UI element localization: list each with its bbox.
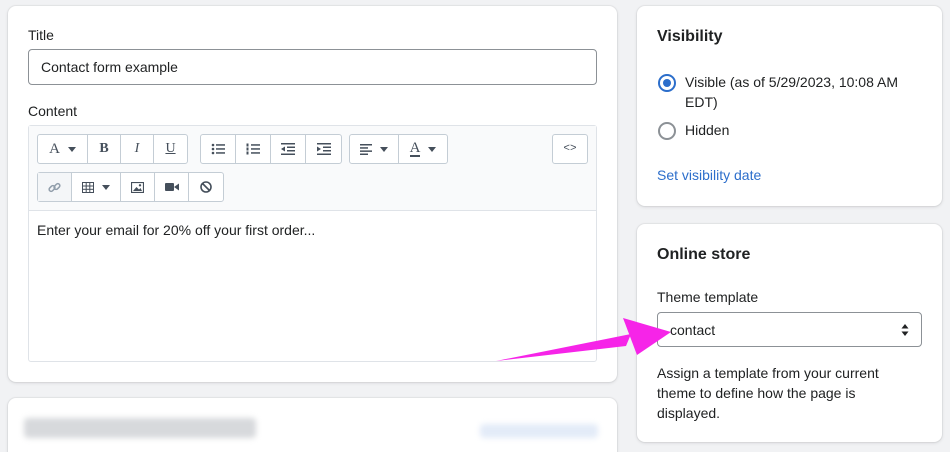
table-button[interactable] [72, 173, 121, 201]
outdent-button[interactable] [271, 135, 306, 163]
title-input[interactable]: Contact form example [28, 49, 597, 85]
theme-template-value: contact [670, 321, 716, 338]
italic-button[interactable]: I [121, 135, 154, 163]
text-style-icon: A [49, 140, 60, 157]
select-arrows-icon [901, 324, 909, 336]
chevron-down-icon [102, 184, 110, 190]
numbered-list-icon [246, 143, 260, 155]
insert-video-button[interactable] [155, 173, 189, 201]
image-icon [131, 181, 144, 193]
italic-icon: I [134, 141, 140, 156]
insert-image-button[interactable] [121, 173, 155, 201]
chevron-down-icon [428, 146, 437, 152]
video-icon [164, 183, 179, 191]
page-content-card: Title Contact form example Content A B I… [8, 6, 617, 382]
table-icon [82, 181, 94, 193]
text-color-button[interactable]: A [399, 135, 447, 163]
align-button[interactable] [350, 135, 399, 163]
theme-template-select[interactable]: contact [657, 312, 922, 347]
bullet-list-icon [211, 143, 225, 155]
visible-radio[interactable] [658, 74, 676, 92]
html-group: <> [552, 134, 588, 164]
hidden-radio-label[interactable]: Hidden [685, 120, 729, 140]
blurred-placeholder [24, 418, 256, 438]
title-input-value: Contact form example [41, 59, 178, 75]
link-button[interactable] [38, 173, 72, 201]
clear-formatting-icon [200, 181, 212, 193]
set-visibility-date-link[interactable]: Set visibility date [657, 167, 761, 183]
visible-radio-label[interactable]: Visible (as of 5/29/2023, 10:08 AM EDT) [685, 72, 925, 112]
chevron-down-icon [67, 146, 76, 152]
text-style-button[interactable]: A [38, 135, 88, 163]
visibility-heading: Visibility [657, 28, 723, 45]
insert-group [37, 172, 224, 202]
align-left-icon [360, 143, 372, 155]
outdent-icon [281, 143, 295, 155]
list-group [200, 134, 342, 164]
underline-button[interactable]: U [154, 135, 187, 163]
numbered-list-button[interactable] [236, 135, 271, 163]
rich-text-editor[interactable]: A B I U A <> Enter your email for 20% of… [28, 125, 597, 362]
theme-template-help-text: Assign a template from your current them… [657, 365, 879, 421]
bullet-list-button[interactable] [201, 135, 236, 163]
hidden-radio[interactable] [658, 122, 676, 140]
code-icon: <> [563, 143, 577, 155]
link-icon [48, 182, 61, 192]
bold-icon: B [99, 141, 109, 156]
format-group: A B I U [37, 134, 188, 164]
underline-icon: U [165, 141, 176, 156]
blurred-card [8, 398, 617, 452]
blurred-link-placeholder [480, 424, 598, 438]
html-button[interactable]: <> [553, 135, 587, 163]
chevron-down-icon [380, 146, 388, 152]
online-store-card: Online store Theme template contact Assi… [637, 224, 942, 442]
visibility-card: Visibility Visible (as of 5/29/2023, 10:… [637, 6, 942, 206]
online-store-heading: Online store [657, 246, 751, 263]
title-label: Title [28, 27, 54, 43]
theme-template-label: Theme template [657, 289, 759, 305]
clear-formatting-button[interactable] [189, 173, 223, 201]
editor-body-text[interactable]: Enter your email for 20% off your first … [37, 222, 315, 238]
align-color-group: A [349, 134, 448, 164]
indent-button[interactable] [306, 135, 341, 163]
text-color-icon: A [409, 140, 421, 157]
bold-button[interactable]: B [88, 135, 121, 163]
editor-toolbar: A B I U A <> [29, 126, 596, 211]
indent-icon [316, 143, 331, 155]
content-label: Content [28, 103, 78, 119]
